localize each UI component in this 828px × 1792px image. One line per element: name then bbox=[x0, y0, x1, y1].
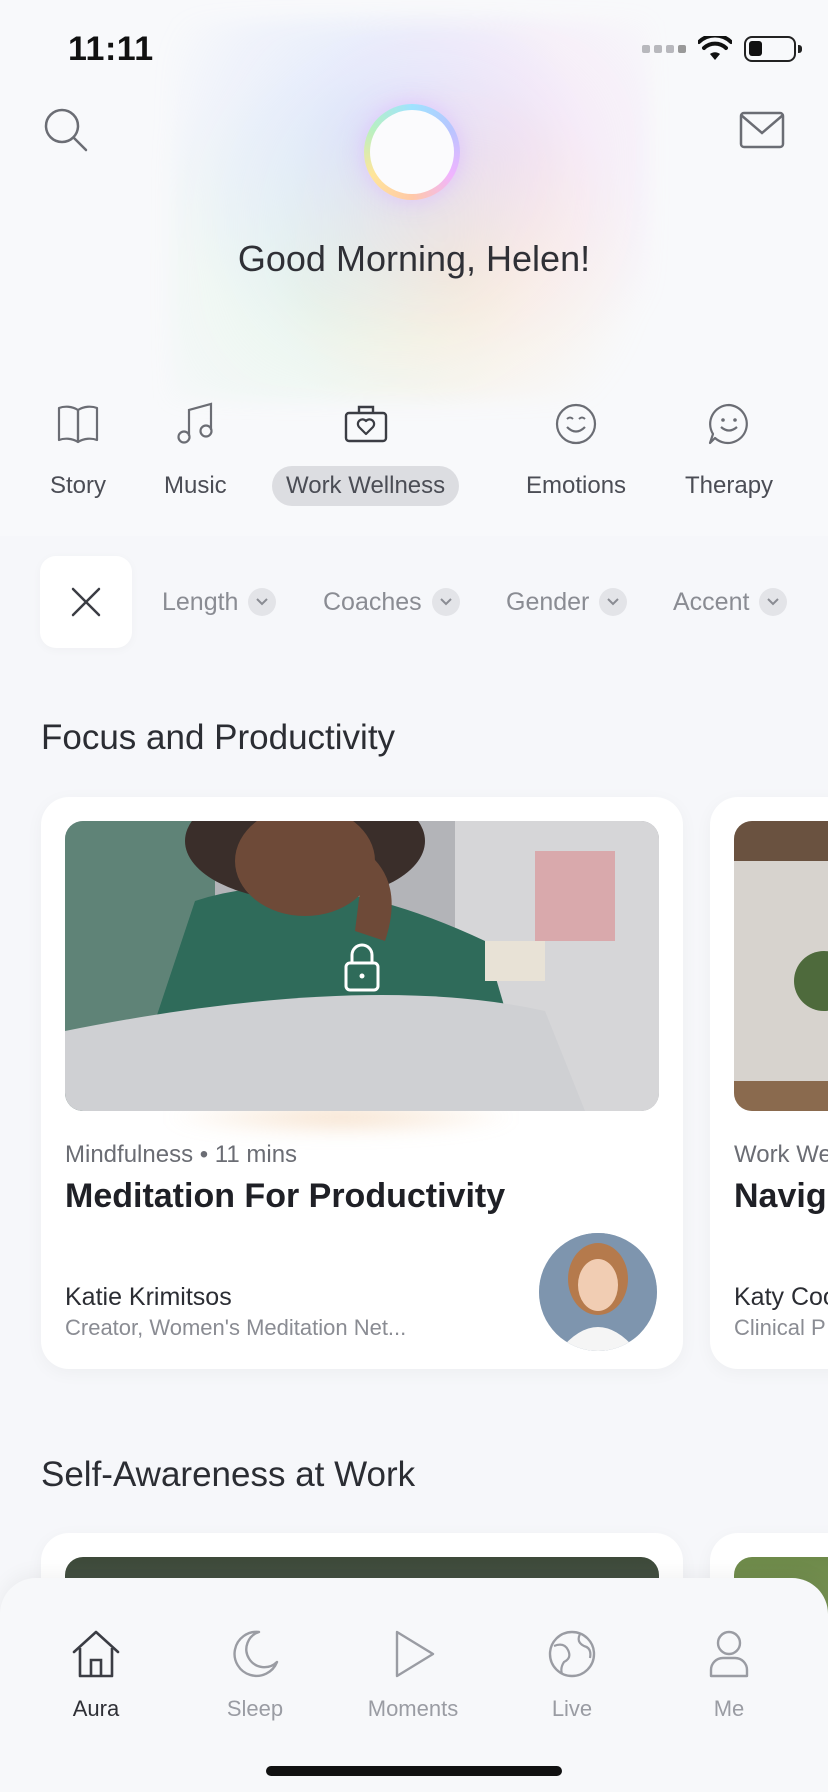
category-label: Emotions bbox=[526, 472, 627, 499]
category-work-wellness[interactable]: Work Wellness bbox=[272, 396, 460, 506]
section-title: Self-Awareness at Work bbox=[41, 1455, 416, 1494]
wifi-icon bbox=[698, 36, 732, 60]
coach-name: Katy Coo bbox=[734, 1283, 828, 1311]
content-card[interactable]: Work We Navig Katy Coo Clinical P bbox=[710, 797, 828, 1369]
moon-icon bbox=[233, 1630, 279, 1678]
status-bar: 11:11 bbox=[0, 0, 828, 100]
status-time: 11:11 bbox=[68, 30, 154, 68]
smiley-icon bbox=[554, 396, 598, 452]
category-label: Work Wellness bbox=[272, 466, 460, 506]
card-title: Navig bbox=[734, 1177, 827, 1215]
category-label: Music bbox=[164, 472, 227, 499]
chevron-down-icon bbox=[248, 588, 277, 616]
briefcase-heart-icon bbox=[344, 396, 388, 452]
search-button[interactable] bbox=[38, 102, 94, 158]
category-story[interactable]: Story bbox=[36, 396, 120, 506]
tab-label: Me bbox=[713, 1696, 745, 1721]
filter-label: Gender bbox=[506, 587, 590, 616]
coach-role: Creator, Women's Meditation Net... bbox=[65, 1315, 407, 1340]
header: 11:11 Good Morning, Helen! Story Music W… bbox=[0, 0, 828, 536]
card-meta: Mindfulness • 11 mins bbox=[65, 1141, 298, 1168]
chevron-down-icon bbox=[599, 588, 628, 616]
search-icon bbox=[44, 108, 88, 152]
tab-live[interactable]: Live bbox=[507, 1628, 637, 1722]
app-screen: 11:11 Good Morning, Helen! Story Music W… bbox=[0, 0, 828, 1792]
tab-aura[interactable]: Aura bbox=[31, 1628, 161, 1722]
close-icon bbox=[71, 587, 101, 617]
play-icon bbox=[395, 1630, 435, 1678]
coach-avatar[interactable] bbox=[539, 1233, 657, 1351]
globe-icon bbox=[548, 1630, 596, 1678]
tab-sleep[interactable]: Sleep bbox=[190, 1628, 320, 1722]
category-label: Therapy bbox=[685, 472, 774, 499]
card-meta: Work We bbox=[734, 1141, 828, 1168]
bottom-tab-bar: Aura Sleep Moments Live Me bbox=[0, 1578, 828, 1792]
card-title: Meditation For Productivity bbox=[65, 1177, 506, 1215]
person-icon bbox=[709, 1630, 749, 1678]
home-icon bbox=[72, 1630, 120, 1678]
status-icons bbox=[642, 36, 802, 62]
home-indicator[interactable] bbox=[266, 1766, 562, 1776]
cellular-signal-icon bbox=[642, 45, 686, 53]
tab-label: Moments bbox=[367, 1696, 459, 1721]
coach-role: Clinical P bbox=[734, 1315, 826, 1340]
category-therapy[interactable]: Therapy bbox=[671, 396, 787, 506]
category-music[interactable]: Music bbox=[150, 396, 241, 506]
filter-length[interactable]: Length bbox=[162, 580, 277, 624]
aura-logo[interactable] bbox=[364, 104, 460, 200]
tab-label: Sleep bbox=[226, 1696, 284, 1721]
card-thumbnail bbox=[734, 821, 828, 1111]
filter-bar: Length Coaches Gender Accent bbox=[0, 556, 828, 648]
tab-label: Live bbox=[551, 1696, 593, 1721]
inbox-button[interactable] bbox=[734, 102, 790, 158]
mail-icon bbox=[739, 111, 785, 149]
filter-coaches[interactable]: Coaches bbox=[323, 580, 460, 624]
filter-label: Accent bbox=[673, 587, 750, 616]
lock-icon bbox=[344, 943, 380, 992]
card-thumbnail bbox=[65, 821, 659, 1111]
content-card[interactable]: Mindfulness • 11 mins Meditation For Pro… bbox=[41, 797, 683, 1369]
category-nav: Story Music Work Wellness Emotions Thera… bbox=[0, 396, 828, 506]
chevron-down-icon bbox=[759, 588, 788, 616]
music-note-icon bbox=[175, 396, 215, 452]
battery-icon bbox=[744, 36, 802, 62]
book-icon bbox=[56, 396, 100, 452]
filter-label: Coaches bbox=[323, 587, 422, 616]
section-title: Focus and Productivity bbox=[41, 718, 396, 757]
coach-name: Katie Krimitsos bbox=[65, 1283, 232, 1311]
greeting-text: Good Morning, Helen! bbox=[237, 238, 591, 279]
filter-gender[interactable]: Gender bbox=[506, 580, 628, 624]
chevron-down-icon bbox=[431, 588, 460, 616]
tab-label: Aura bbox=[72, 1696, 120, 1721]
category-emotions[interactable]: Emotions bbox=[512, 396, 640, 506]
chat-smiley-icon bbox=[707, 396, 751, 452]
clear-filters-button[interactable] bbox=[40, 556, 132, 648]
tab-moments[interactable]: Moments bbox=[348, 1628, 478, 1722]
tab-me[interactable]: Me bbox=[664, 1628, 794, 1722]
filter-label: Length bbox=[162, 587, 239, 616]
filter-accent[interactable]: Accent bbox=[673, 580, 788, 624]
category-label: Story bbox=[50, 472, 107, 499]
